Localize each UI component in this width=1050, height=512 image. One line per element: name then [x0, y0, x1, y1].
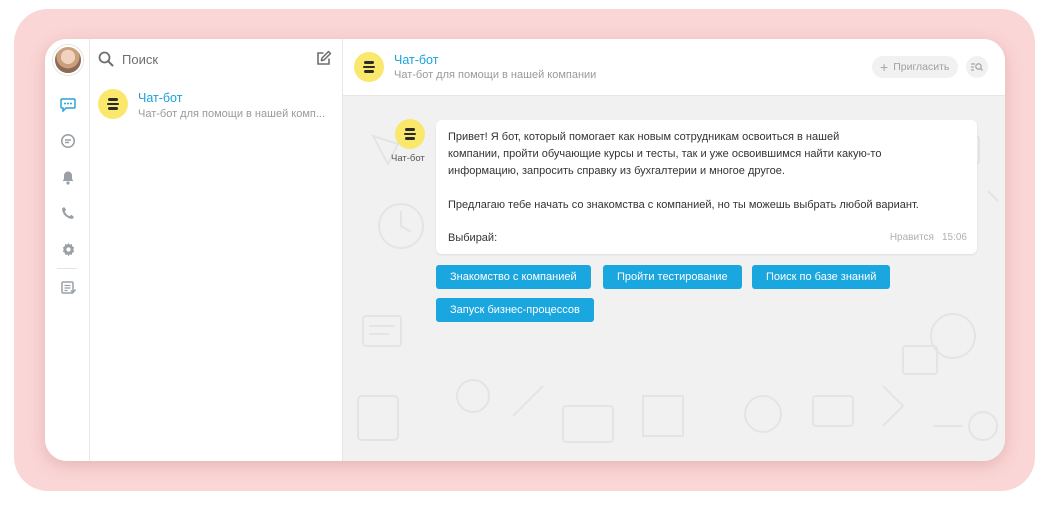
quick-reply-button[interactable]: Поиск по базе знаний: [752, 265, 891, 289]
like-link[interactable]: Нравится: [890, 229, 934, 246]
bot-avatar-icon: [98, 89, 128, 119]
message-meta: Нравится 15:06: [890, 229, 967, 246]
filter-search-icon: [971, 63, 983, 71]
user-avatar[interactable]: [53, 45, 83, 75]
quick-reply-button[interactable]: Запуск бизнес-процессов: [436, 298, 594, 322]
bot-avatar-icon: [354, 52, 384, 82]
search-messages-button[interactable]: [966, 56, 988, 78]
compose-icon[interactable]: [316, 50, 332, 71]
search-icon[interactable]: [98, 51, 114, 72]
message-paragraph-3: Выбирай:: [448, 232, 498, 244]
messenger-window: Поиск Чат-бот Чат-бот для помощи в нашей…: [45, 39, 1005, 461]
quick-reply-button[interactable]: Пройти тестирование: [603, 265, 742, 289]
chat-list-panel: Поиск Чат-бот Чат-бот для помощи в нашей…: [90, 39, 343, 461]
bot-avatar-icon: [395, 119, 425, 149]
chat-item-preview: Чат-бот для помощи в нашей комп...: [138, 108, 326, 120]
message-paragraph-2: Предлагаю тебе начать со знакомства с ко…: [448, 199, 919, 211]
bell-icon[interactable]: [58, 167, 78, 187]
message-sender: Чат-бот: [391, 153, 425, 164]
message-paragraph-1: Привет! Я бот, который помогает как новы…: [448, 131, 882, 177]
channels-icon[interactable]: [58, 131, 78, 151]
invite-button[interactable]: + Пригласить: [872, 56, 959, 78]
chat-main: Чат-бот Чат-бот для помощи в нашей компа…: [343, 39, 1005, 461]
rail-divider: [57, 268, 77, 269]
nav-rail: [45, 39, 90, 461]
chat-title: Чат-бот: [394, 53, 439, 67]
chat-item-name: Чат-бот: [138, 91, 183, 105]
invite-label: Пригласить: [893, 61, 950, 73]
settings-icon[interactable]: [58, 239, 78, 259]
search-input[interactable]: Поиск: [122, 52, 158, 67]
chat-header: Чат-бот Чат-бот для помощи в нашей компа…: [343, 39, 1005, 96]
quick-reply-button[interactable]: Знакомство с компанией: [436, 265, 591, 289]
plus-icon: +: [880, 59, 889, 75]
message-bubble: Привет! Я бот, который помогает как новы…: [436, 120, 977, 254]
message-time: 15:06: [941, 232, 967, 243]
chat-icon[interactable]: [58, 95, 78, 115]
tasks-icon[interactable]: [58, 278, 78, 298]
chat-list-item[interactable]: Чат-бот Чат-бот для помощи в нашей комп.…: [90, 85, 343, 127]
message-avatar[interactable]: [395, 119, 425, 149]
phone-icon[interactable]: [58, 203, 78, 223]
chat-subtitle: Чат-бот для помощи в нашей компании: [394, 69, 597, 81]
